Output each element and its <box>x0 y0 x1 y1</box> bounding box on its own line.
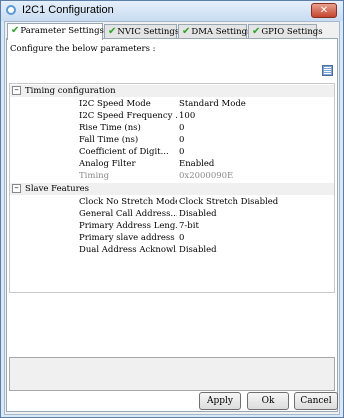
category-label: Slave Features <box>25 184 90 194</box>
property-value[interactable]: 0 <box>179 146 184 158</box>
property-value[interactable]: Disabled <box>179 208 217 220</box>
property-row[interactable]: I2C Speed Mode Standard Mode <box>10 98 334 110</box>
property-row[interactable]: Primary slave address 0 <box>10 232 334 244</box>
category-slave-features[interactable]: − Slave Features <box>10 183 334 195</box>
property-value[interactable]: 100 <box>179 110 195 122</box>
check-icon: ✔ <box>108 26 117 37</box>
property-value[interactable]: 0 <box>179 122 184 134</box>
property-label: Coefficient of Digit... <box>79 147 169 157</box>
property-row[interactable]: Rise Time (ns) 0 <box>10 122 334 134</box>
tab-label: Parameter Settings <box>20 26 104 36</box>
property-value[interactable]: Enabled <box>179 158 214 170</box>
tab-label: NVIC Settings <box>117 27 180 37</box>
cancel-button[interactable]: Cancel <box>294 392 338 410</box>
description-box <box>9 357 335 391</box>
dialog-window: I2C1 Configuration ✕ ✔Parameter Settings… <box>0 0 344 418</box>
category-label: Timing configuration <box>25 86 116 96</box>
property-label: Fall Time (ns) <box>79 135 139 145</box>
check-icon: ✔ <box>11 25 20 36</box>
property-row[interactable]: I2C Speed Frequency ... 100 <box>10 110 334 122</box>
ok-button[interactable]: Ok <box>247 392 289 410</box>
property-row[interactable]: Fall Time (ns) 0 <box>10 134 334 146</box>
property-value[interactable]: 7-bit <box>179 220 199 232</box>
tab-parameter-settings[interactable]: ✔Parameter Settings <box>7 23 104 40</box>
property-value[interactable]: Disabled <box>179 244 217 256</box>
window-title: I2C1 Configuration <box>22 4 114 16</box>
app-icon <box>6 5 16 15</box>
check-icon: ✔ <box>182 26 191 37</box>
category-timing-configuration[interactable]: − Timing configuration <box>10 85 334 97</box>
tab-panel: Configure the below parameters : − Timing… <box>6 38 338 412</box>
property-row[interactable]: Primary Address Leng... 7-bit <box>10 220 334 232</box>
collapse-icon[interactable]: − <box>12 86 21 95</box>
tab-nvic-settings[interactable]: ✔NVIC Settings <box>104 24 180 39</box>
property-label: Primary slave address <box>79 233 175 243</box>
property-row[interactable]: Coefficient of Digit... 0 <box>10 146 334 158</box>
property-row: Timing 0x2000090E <box>10 170 334 182</box>
property-label: Dual Address Acknowl... <box>79 245 177 255</box>
description-text: Configure the below parameters : <box>10 44 156 54</box>
dialog-content: ✔Parameter Settings ✔NVIC Settings ✔DMA … <box>4 21 340 415</box>
title-bar[interactable]: I2C1 Configuration ✕ <box>1 1 343 21</box>
grid-view-icon[interactable] <box>322 65 333 76</box>
property-row[interactable]: Clock No Stretch Mode Clock Stretch Disab… <box>10 196 334 208</box>
tab-dma-settings[interactable]: ✔DMA Settings <box>178 24 251 39</box>
property-value[interactable]: 0 <box>179 232 184 244</box>
tab-gpio-settings[interactable]: ✔GPIO Settings <box>248 24 323 39</box>
property-value[interactable]: Clock Stretch Disabled <box>179 196 278 208</box>
property-label: Primary Address Leng... <box>79 221 177 231</box>
property-label: Rise Time (ns) <box>79 123 141 133</box>
property-label: I2C Speed Mode <box>79 99 151 109</box>
property-row[interactable]: General Call Address... Disabled <box>10 208 334 220</box>
check-icon: ✔ <box>252 26 261 37</box>
property-label: Timing <box>79 171 110 181</box>
property-grid: − Timing configuration I2C Speed Mode Stan… <box>9 83 335 293</box>
tab-label: DMA Settings <box>191 27 252 37</box>
property-row[interactable]: Analog Filter Enabled <box>10 158 334 170</box>
property-label: General Call Address... <box>79 209 177 219</box>
collapse-icon[interactable]: − <box>12 184 21 193</box>
property-value[interactable]: Standard Mode <box>179 98 246 110</box>
tab-label: GPIO Settings <box>261 27 323 37</box>
property-label: I2C Speed Frequency ... <box>79 111 177 121</box>
property-value[interactable]: 0 <box>179 134 184 146</box>
property-row[interactable]: Dual Address Acknowl... Disabled <box>10 244 334 256</box>
close-button[interactable]: ✕ <box>311 3 337 18</box>
property-label: Analog Filter <box>79 159 136 169</box>
apply-button[interactable]: Apply <box>199 392 241 410</box>
property-value: 0x2000090E <box>179 171 234 181</box>
property-label: Clock No Stretch Mode <box>79 197 177 207</box>
